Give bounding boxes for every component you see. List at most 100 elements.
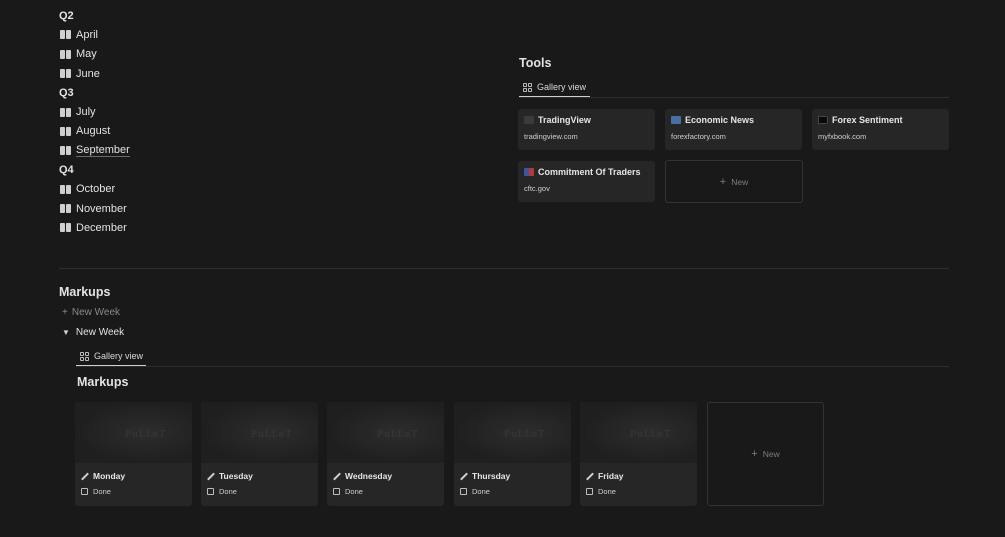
cover-watermark: PuLLeT bbox=[630, 430, 672, 440]
pencil-icon bbox=[81, 473, 88, 480]
tool-card-title: Economic News bbox=[685, 115, 755, 125]
book-icon bbox=[60, 69, 71, 79]
flag-icon bbox=[524, 168, 534, 176]
day-card-monday[interactable]: PuLLeT Monday Done bbox=[75, 402, 192, 506]
tab-label: Gallery view bbox=[537, 82, 587, 92]
book-icon bbox=[60, 107, 71, 117]
month-link-april[interactable]: April bbox=[59, 25, 279, 44]
month-label: October bbox=[76, 183, 116, 196]
day-card-tuesday[interactable]: PuLLeT Tuesday Done bbox=[201, 402, 318, 506]
tab-divider bbox=[519, 97, 949, 98]
card-cover-image: PuLLeT bbox=[580, 402, 697, 463]
cover-watermark: PuLLeT bbox=[504, 430, 546, 440]
tab-markups-gallery-view[interactable]: Gallery view bbox=[76, 347, 147, 365]
month-link-october[interactable]: October bbox=[59, 180, 279, 199]
plus-icon: + bbox=[751, 448, 758, 460]
tab-divider bbox=[76, 366, 949, 367]
card-cover-image: PuLLeT bbox=[201, 402, 318, 463]
day-card-friday[interactable]: PuLLeT Friday Done bbox=[580, 402, 697, 506]
day-card-thursday[interactable]: PuLLeT Thursday Done bbox=[454, 402, 571, 506]
cover-watermark: PuLLeT bbox=[377, 430, 419, 440]
cover-watermark: PuLLeT bbox=[125, 430, 167, 440]
tools-new-card-button[interactable]: + New bbox=[665, 160, 803, 203]
myfxbook-favicon bbox=[818, 116, 828, 124]
card-cover-image: PuLLeT bbox=[454, 402, 571, 463]
checkbox-icon[interactable] bbox=[586, 488, 593, 495]
month-link-july[interactable]: July bbox=[59, 102, 279, 121]
month-label: September bbox=[76, 144, 130, 158]
month-link-november[interactable]: November bbox=[59, 199, 279, 218]
plus-icon: + bbox=[719, 175, 727, 188]
checkbox-icon[interactable] bbox=[81, 488, 88, 495]
month-list: Q2 April May June Q3 July August Septemb… bbox=[59, 6, 279, 238]
month-link-may[interactable]: May bbox=[59, 45, 279, 64]
day-card-wednesday[interactable]: PuLLeT Wednesday Done bbox=[327, 402, 444, 506]
quarter-heading-q4: Q4 bbox=[59, 164, 74, 177]
tool-card-url: cftc.gov bbox=[524, 184, 550, 193]
gallery-grid-icon bbox=[523, 82, 532, 92]
tool-card-url: myfxbook.com bbox=[818, 132, 867, 141]
day-name: Tuesday bbox=[219, 471, 253, 481]
pencil-icon bbox=[207, 473, 214, 480]
new-week-toggle[interactable]: ▼ New Week bbox=[62, 327, 124, 338]
month-link-august[interactable]: August bbox=[59, 122, 279, 141]
new-week-button[interactable]: + New Week bbox=[62, 307, 120, 318]
day-name: Friday bbox=[598, 471, 624, 481]
book-icon bbox=[60, 146, 71, 156]
markups-heading: Markups bbox=[59, 285, 111, 299]
tool-card-forex-sentiment[interactable]: Forex Sentiment myfxbook.com bbox=[812, 109, 949, 150]
tradingview-favicon bbox=[524, 116, 534, 124]
toggle-label: New Week bbox=[75, 327, 125, 338]
month-label: July bbox=[76, 106, 96, 119]
markups-new-card-button[interactable]: + New bbox=[707, 402, 824, 506]
book-icon bbox=[60, 49, 71, 59]
plus-icon: + bbox=[62, 307, 68, 318]
markups-gallery-title: Markups bbox=[77, 375, 129, 389]
day-name: Monday bbox=[93, 471, 126, 481]
month-label: November bbox=[76, 202, 127, 215]
checkbox-icon[interactable] bbox=[333, 488, 340, 495]
pencil-icon bbox=[586, 473, 593, 480]
checkbox-icon[interactable] bbox=[460, 488, 467, 495]
month-link-december[interactable]: December bbox=[59, 218, 279, 237]
month-link-june[interactable]: June bbox=[59, 64, 279, 83]
new-week-label: New Week bbox=[71, 307, 121, 318]
card-cover-image: PuLLeT bbox=[75, 402, 192, 463]
month-label: August bbox=[76, 125, 111, 138]
card-cover-image: PuLLeT bbox=[327, 402, 444, 463]
month-link-september[interactable]: September bbox=[59, 141, 279, 160]
quarter-heading-q2: Q2 bbox=[59, 9, 74, 22]
done-label: Done bbox=[598, 487, 616, 496]
tab-gallery-view[interactable]: Gallery view bbox=[519, 78, 590, 96]
caret-down-icon[interactable]: ▼ bbox=[62, 328, 70, 337]
tool-card-tradingview[interactable]: TradingView tradingview.com bbox=[518, 109, 655, 150]
new-label: New bbox=[762, 449, 780, 459]
month-label: June bbox=[76, 67, 100, 80]
quarter-heading-q3: Q3 bbox=[59, 86, 74, 99]
new-label: New bbox=[731, 176, 749, 187]
book-icon bbox=[60, 184, 71, 194]
tool-card-url: forexfactory.com bbox=[671, 132, 726, 141]
month-label: May bbox=[76, 48, 97, 61]
done-label: Done bbox=[219, 487, 237, 496]
book-icon bbox=[60, 204, 71, 214]
tool-card-title: Commitment Of Traders bbox=[538, 167, 641, 177]
tool-card-url: tradingview.com bbox=[524, 132, 578, 141]
tool-card-title: TradingView bbox=[538, 115, 591, 125]
book-icon bbox=[60, 30, 71, 40]
day-name: Thursday bbox=[472, 471, 511, 481]
pencil-icon bbox=[460, 473, 467, 480]
tools-heading: Tools bbox=[519, 56, 552, 70]
pencil-icon bbox=[333, 473, 340, 480]
tool-card-commitment-of-traders[interactable]: Commitment Of Traders cftc.gov bbox=[518, 161, 655, 202]
book-icon bbox=[60, 126, 71, 136]
tool-card-economic-news[interactable]: Economic News forexfactory.com bbox=[665, 109, 802, 150]
section-divider bbox=[59, 268, 949, 269]
checkbox-icon[interactable] bbox=[207, 488, 214, 495]
cover-watermark: PuLLeT bbox=[251, 430, 293, 440]
gallery-grid-icon bbox=[80, 351, 89, 361]
month-label: December bbox=[76, 221, 127, 234]
forexfactory-favicon bbox=[671, 116, 681, 124]
tool-card-title: Forex Sentiment bbox=[832, 115, 903, 125]
done-label: Done bbox=[93, 487, 111, 496]
